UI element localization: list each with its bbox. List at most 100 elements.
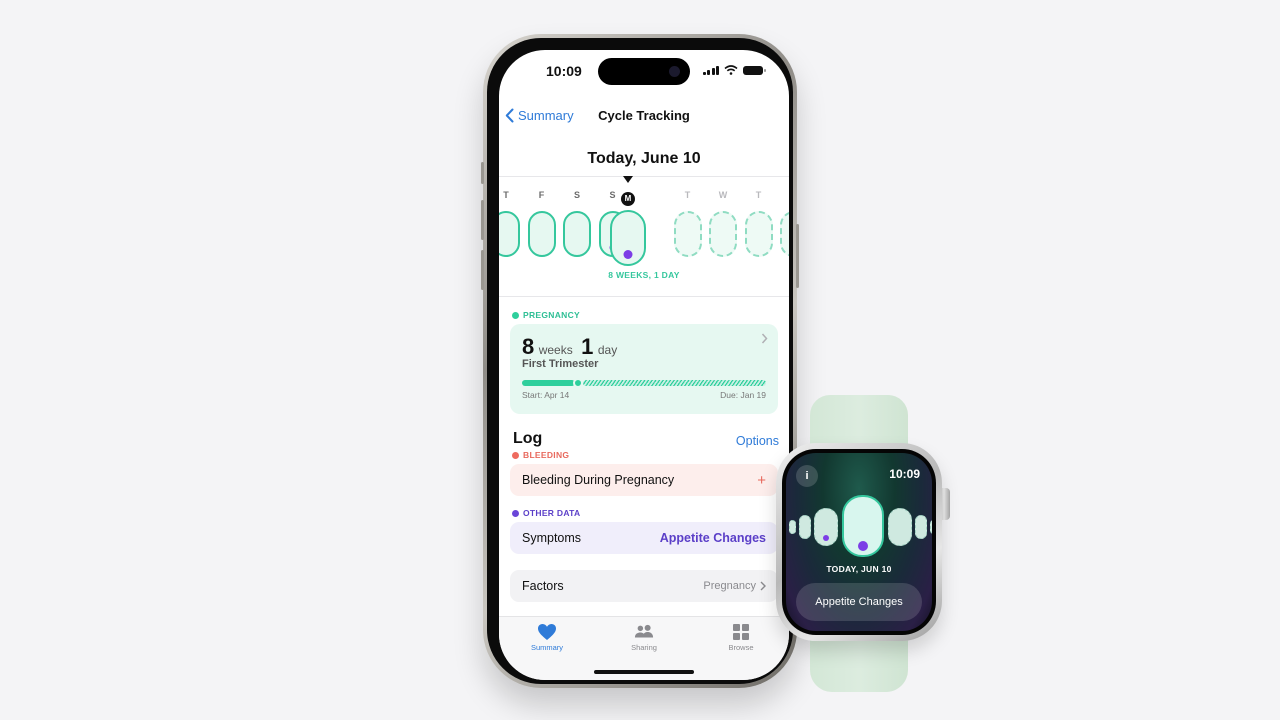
pregnancy-progress-bar bbox=[522, 378, 766, 388]
factors-value-group: Pregnancy bbox=[703, 580, 766, 592]
week-strip[interactable]: TFSSMTWTF bbox=[499, 176, 789, 276]
weeks-value: 8 bbox=[522, 334, 535, 359]
days-unit: day bbox=[597, 343, 618, 357]
days-value: 1 bbox=[581, 334, 594, 359]
progress-fill bbox=[522, 380, 575, 386]
tab-sharing[interactable]: Sharing bbox=[609, 623, 679, 652]
volume-down-button bbox=[481, 250, 484, 290]
day-pill bbox=[930, 520, 932, 534]
factors-row[interactable]: Factors Pregnancy bbox=[510, 570, 778, 602]
iphone-device: 10:09 Summary Cycle Tracking Today, June… bbox=[481, 34, 799, 688]
pregnancy-card[interactable]: 8 weeks 1 day First Trimester Start: Apr… bbox=[510, 324, 778, 414]
dynamic-island bbox=[598, 58, 690, 85]
status-icons bbox=[702, 65, 766, 75]
bullet-icon bbox=[512, 509, 519, 517]
day-letter: F bbox=[776, 188, 789, 202]
home-indicator[interactable] bbox=[594, 670, 694, 674]
side-button bbox=[796, 224, 799, 288]
day-pill bbox=[915, 515, 927, 539]
volume-up-button bbox=[481, 200, 484, 240]
watch-bezel: i 10:09 TODAY, JUN 10 Appetite Changes bbox=[782, 449, 936, 635]
bleeding-row-label: Bleeding During Pregnancy bbox=[522, 473, 675, 487]
trimester-label: First Trimester bbox=[522, 358, 599, 370]
factors-label: Factors bbox=[522, 579, 564, 593]
tab-label: Browse bbox=[728, 643, 754, 652]
log-dot bbox=[858, 541, 868, 551]
day-letter: T bbox=[755, 190, 762, 200]
day-letter: T bbox=[684, 190, 691, 200]
appetite-changes-button[interactable]: Appetite Changes bbox=[796, 583, 922, 621]
action-button bbox=[481, 162, 484, 184]
tab-bar: Summary Sharing Browse bbox=[499, 616, 789, 680]
day-column-today[interactable]: M bbox=[610, 188, 646, 266]
options-button[interactable]: Options bbox=[736, 434, 779, 448]
info-button[interactable]: i bbox=[796, 465, 818, 487]
chevron-right-icon bbox=[760, 581, 766, 591]
bleeding-row[interactable]: Bleeding During Pregnancy + bbox=[510, 464, 778, 496]
day-letter: T bbox=[503, 190, 509, 200]
chevron-right-icon bbox=[761, 333, 768, 344]
day-letter: S bbox=[573, 190, 580, 200]
tab-browse[interactable]: Browse bbox=[706, 623, 776, 652]
section-label-text: BLEEDING bbox=[523, 450, 570, 460]
gestational-age-caption: 8 WEEKS, 1 DAY bbox=[608, 270, 680, 280]
watch-screen: i 10:09 TODAY, JUN 10 Appetite Changes bbox=[786, 453, 932, 631]
camera-icon bbox=[669, 66, 680, 77]
tab-summary[interactable]: Summary bbox=[512, 623, 582, 652]
phone-bezel: 10:09 Summary Cycle Tracking Today, June… bbox=[487, 38, 793, 684]
day-pill bbox=[799, 515, 811, 539]
tab-label: Sharing bbox=[631, 643, 657, 652]
day-column[interactable]: F bbox=[524, 188, 560, 257]
watch-date: TODAY, JUN 10 bbox=[826, 564, 892, 574]
phone-screen: 10:09 Summary Cycle Tracking Today, June… bbox=[499, 50, 789, 680]
day-column[interactable]: F bbox=[776, 188, 789, 257]
bullet-icon bbox=[512, 451, 519, 459]
add-icon[interactable]: + bbox=[757, 472, 766, 489]
tab-label: Summary bbox=[530, 643, 564, 652]
due-date: Due: Jan 19 bbox=[720, 390, 766, 400]
bleeding-section-label: BLEEDING bbox=[512, 450, 569, 460]
pregnancy-duration: 8 weeks 1 day bbox=[522, 334, 621, 360]
day-column[interactable]: W bbox=[705, 188, 741, 257]
apple-watch: i 10:09 TODAY, JUN 10 Appetite Changes bbox=[776, 443, 942, 641]
day-letter: W bbox=[718, 190, 728, 200]
people-icon bbox=[634, 624, 654, 638]
symptoms-value: Appetite Changes bbox=[659, 531, 766, 545]
section-label-text: OTHER DATA bbox=[523, 508, 581, 518]
grid-icon bbox=[733, 624, 749, 640]
wifi-icon bbox=[724, 65, 738, 75]
symptoms-row[interactable]: Symptoms Appetite Changes bbox=[510, 522, 778, 554]
day-column[interactable]: T bbox=[741, 188, 777, 257]
divider bbox=[499, 296, 789, 297]
heart-icon bbox=[538, 624, 556, 640]
day-pill bbox=[744, 211, 773, 257]
date-title: Today, June 10 bbox=[587, 150, 701, 167]
day-column[interactable]: S bbox=[559, 188, 595, 257]
bullet-icon bbox=[512, 311, 519, 319]
watch-time: 10:09 bbox=[889, 467, 920, 481]
day-pill bbox=[709, 211, 737, 257]
battery-icon bbox=[743, 65, 766, 75]
cellular-signal-icon bbox=[702, 65, 719, 75]
day-pill bbox=[780, 211, 789, 257]
day-pill bbox=[499, 211, 520, 257]
day-letter: F bbox=[538, 190, 545, 200]
progress-remaining bbox=[583, 380, 766, 386]
day-column[interactable]: T bbox=[499, 188, 524, 257]
navigation-bar: Summary Cycle Tracking bbox=[499, 106, 789, 130]
status-bar: 10:09 bbox=[499, 50, 789, 98]
weeks-unit: weeks bbox=[538, 343, 573, 357]
day-pill bbox=[789, 520, 796, 534]
log-dot bbox=[823, 535, 829, 541]
log-title: Log bbox=[513, 430, 543, 447]
start-date: Start: Apr 14 bbox=[522, 390, 570, 400]
day-pill bbox=[673, 211, 702, 257]
factors-value: Pregnancy bbox=[703, 580, 756, 592]
symptoms-label: Symptoms bbox=[522, 531, 582, 545]
day-pill bbox=[814, 508, 838, 546]
progress-knob bbox=[573, 378, 583, 388]
day-pill bbox=[563, 211, 591, 257]
day-pill bbox=[610, 210, 646, 266]
day-column[interactable]: T bbox=[670, 188, 706, 257]
today-pill[interactable] bbox=[842, 495, 884, 557]
